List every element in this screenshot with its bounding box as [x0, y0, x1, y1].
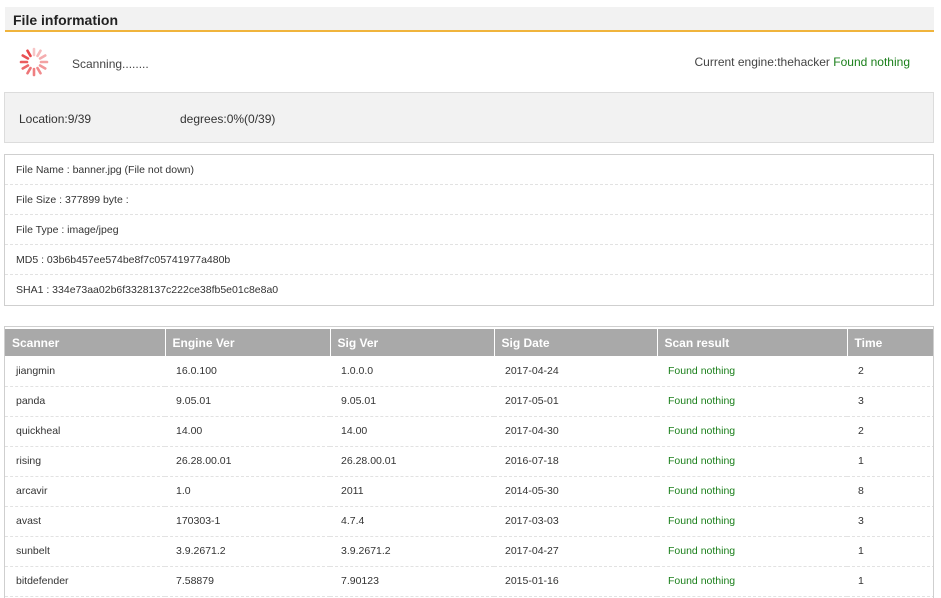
cell-engine-ver: 14.00 [165, 416, 330, 447]
file-info-panel: File Name : banner.jpg (File not down) F… [4, 154, 934, 306]
cell-sig-ver: 9.05.01 [330, 386, 494, 417]
sha1-row: SHA1 : 334e73aa02b6f3328137c222ce38fb5e0… [16, 284, 279, 296]
cell-scanner: sunbelt [5, 536, 165, 567]
file-size-row: File Size : 377899 byte : [5, 185, 933, 215]
scanning-status: Scanning........ [72, 57, 149, 71]
table-row: sunbelt 3.9.2671.2 3.9.2671.2 2017-04-27… [5, 536, 933, 567]
cell-engine-ver: 26.28.00.01 [165, 446, 330, 477]
cell-engine-ver: 170303-1 [165, 506, 330, 537]
table-row: arcavir 1.0 2011 2014-05-30 Found nothin… [5, 476, 933, 507]
cell-sig-ver: 7.90123 [330, 566, 494, 597]
cell-scan-result: Found nothing [657, 356, 847, 387]
cell-scan-result: Found nothing [657, 536, 847, 567]
table-row: jiangmin 16.0.100 1.0.0.0 2017-04-24 Fou… [5, 356, 933, 387]
cell-sig-ver: 14.00 [330, 416, 494, 447]
cell-sig-ver: 26.28.00.01 [330, 446, 494, 477]
column-header-sig-date[interactable]: Sig Date [493, 327, 657, 356]
cell-time: 3 [847, 386, 933, 417]
cell-time: 1 [847, 536, 933, 567]
scan-results-panel: Scanner Engine Ver Sig Ver Sig Date Scan… [4, 326, 934, 598]
cell-sig-date: 2014-05-30 [494, 476, 657, 507]
cell-sig-ver: 4.7.4 [330, 506, 494, 537]
cell-sig-ver: 1.0.0.0 [330, 356, 494, 387]
cell-scanner: quickheal [5, 416, 165, 447]
file-name-row: File Name : banner.jpg (File not down) [5, 155, 933, 185]
cell-scan-result: Found nothing [657, 476, 847, 507]
cell-scan-result: Found nothing [657, 416, 847, 447]
cell-time: 3 [847, 506, 933, 537]
column-header-scan-result[interactable]: Scan result [656, 327, 847, 356]
cell-time: 2 [847, 416, 933, 447]
file-type-row: File Type : image/jpeg [5, 215, 933, 245]
cell-scanner: panda [5, 386, 165, 417]
cell-sig-date: 2015-01-16 [494, 566, 657, 597]
table-row: rising 26.28.00.01 26.28.00.01 2016-07-1… [5, 446, 933, 477]
section-title: File information [13, 12, 118, 28]
loading-spinner-icon [19, 47, 49, 77]
cell-engine-ver: 9.05.01 [165, 386, 330, 417]
cell-sig-date: 2017-04-27 [494, 536, 657, 567]
section-header: File information [5, 7, 934, 32]
current-engine-label: Current engine:thehacker [694, 55, 830, 69]
table-row: quickheal 14.00 14.00 2017-04-30 Found n… [5, 416, 933, 447]
current-engine-result: Found nothing [833, 55, 910, 69]
cell-scanner: rising [5, 446, 165, 477]
cell-sig-ver: 3.9.2671.2 [330, 536, 494, 567]
table-row: avast 170303-1 4.7.4 2017-03-03 Found no… [5, 506, 933, 537]
column-header-time[interactable]: Time [846, 327, 933, 356]
cell-sig-ver: 2011 [330, 476, 494, 507]
cell-engine-ver: 1.0 [165, 476, 330, 507]
cell-scanner: bitdefender [5, 566, 165, 597]
cell-scan-result: Found nothing [657, 386, 847, 417]
cell-time: 2 [847, 356, 933, 387]
cell-time: 8 [847, 476, 933, 507]
cell-scanner: jiangmin [5, 356, 165, 387]
cell-time: 1 [847, 446, 933, 477]
cell-scanner: arcavir [5, 476, 165, 507]
cell-time: 1 [847, 566, 933, 597]
md5-row: MD5 : 03b6b457ee574be8f7c05741977a480b [5, 245, 933, 275]
table-row: panda 9.05.01 9.05.01 2017-05-01 Found n… [5, 386, 933, 417]
table-row: bitdefender 7.58879 7.90123 2015-01-16 F… [5, 566, 933, 597]
column-header-engine-ver[interactable]: Engine Ver [164, 327, 330, 356]
current-engine-status: Current engine:thehacker Found nothing [695, 55, 911, 69]
cell-sig-date: 2017-05-01 [494, 386, 657, 417]
column-header-sig-ver[interactable]: Sig Ver [329, 327, 494, 356]
cell-sig-date: 2017-04-24 [494, 356, 657, 387]
cell-engine-ver: 7.58879 [165, 566, 330, 597]
scan-status-row: Scanning........ Current engine:thehacke… [5, 40, 934, 84]
cell-sig-date: 2016-07-18 [494, 446, 657, 477]
cell-sig-date: 2017-03-03 [494, 506, 657, 537]
cell-sig-date: 2017-04-30 [494, 416, 657, 447]
cell-engine-ver: 16.0.100 [165, 356, 330, 387]
cell-scan-result: Found nothing [657, 566, 847, 597]
scan-location: Location:9/39 [19, 112, 92, 126]
scan-progress-panel: Location:9/39 degrees:0%(0/39) [4, 92, 934, 143]
cell-scan-result: Found nothing [657, 506, 847, 537]
scan-results-table: Scanner Engine Ver Sig Ver Sig Date Scan… [5, 327, 933, 597]
cell-scan-result: Found nothing [657, 446, 847, 477]
table-header-row: Scanner Engine Ver Sig Ver Sig Date Scan… [5, 327, 933, 356]
cell-scanner: avast [5, 506, 165, 537]
cell-engine-ver: 3.9.2671.2 [165, 536, 330, 567]
scan-degrees: degrees:0%(0/39) [180, 112, 276, 126]
column-header-scanner[interactable]: Scanner [5, 327, 165, 356]
